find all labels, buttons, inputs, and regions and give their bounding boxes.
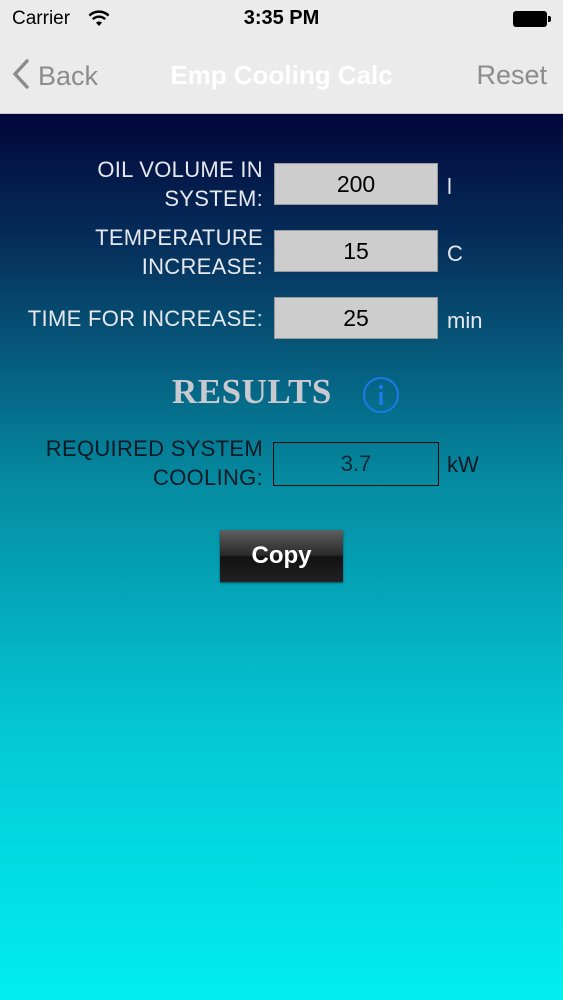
info-icon[interactable] (362, 376, 400, 414)
temperature-label-line2: INCREASE: (141, 254, 263, 279)
oil-volume-label-line2: SYSTEM: (164, 186, 263, 211)
oil-volume-unit: l (447, 174, 452, 199)
time-unit: min (447, 308, 483, 333)
time-input[interactable]: 25 (274, 297, 438, 339)
temperature-label: TEMPERATURE INCREASE: (95, 223, 263, 281)
temperature-unit: C (447, 241, 463, 266)
copy-button[interactable]: Copy (220, 530, 343, 582)
cooling-result-label-line2: COOLING: (153, 465, 263, 490)
calculator-panel: OIL VOLUME IN SYSTEM: 200 l TEMPERATURE … (0, 114, 563, 1000)
oil-volume-label: OIL VOLUME IN SYSTEM: (97, 155, 263, 213)
cooling-result-unit: kW (447, 452, 479, 477)
status-time: 3:35 PM (243, 7, 320, 29)
reset-button[interactable]: Reset (476, 60, 547, 91)
cooling-result-label-line1: REQUIRED SYSTEM (45, 436, 263, 461)
navigation-bar: Back Emp Cooling Calc Reset (0, 38, 563, 114)
time-label: TIME FOR INCREASE: (27, 306, 263, 331)
status-bar: Carrier 3:35 PM (0, 0, 563, 38)
oil-volume-label-line1: OIL VOLUME IN (97, 157, 263, 182)
cooling-result-label: REQUIRED SYSTEM COOLING: (46, 434, 263, 492)
battery-icon (513, 11, 551, 27)
temperature-input[interactable]: 15 (274, 230, 438, 272)
temperature-label-line1: TEMPERATURE (95, 225, 263, 250)
oil-volume-input[interactable]: 200 (274, 163, 438, 205)
cooling-result-value: 3.7 (273, 442, 439, 486)
results-heading: RESULTS (172, 372, 332, 411)
